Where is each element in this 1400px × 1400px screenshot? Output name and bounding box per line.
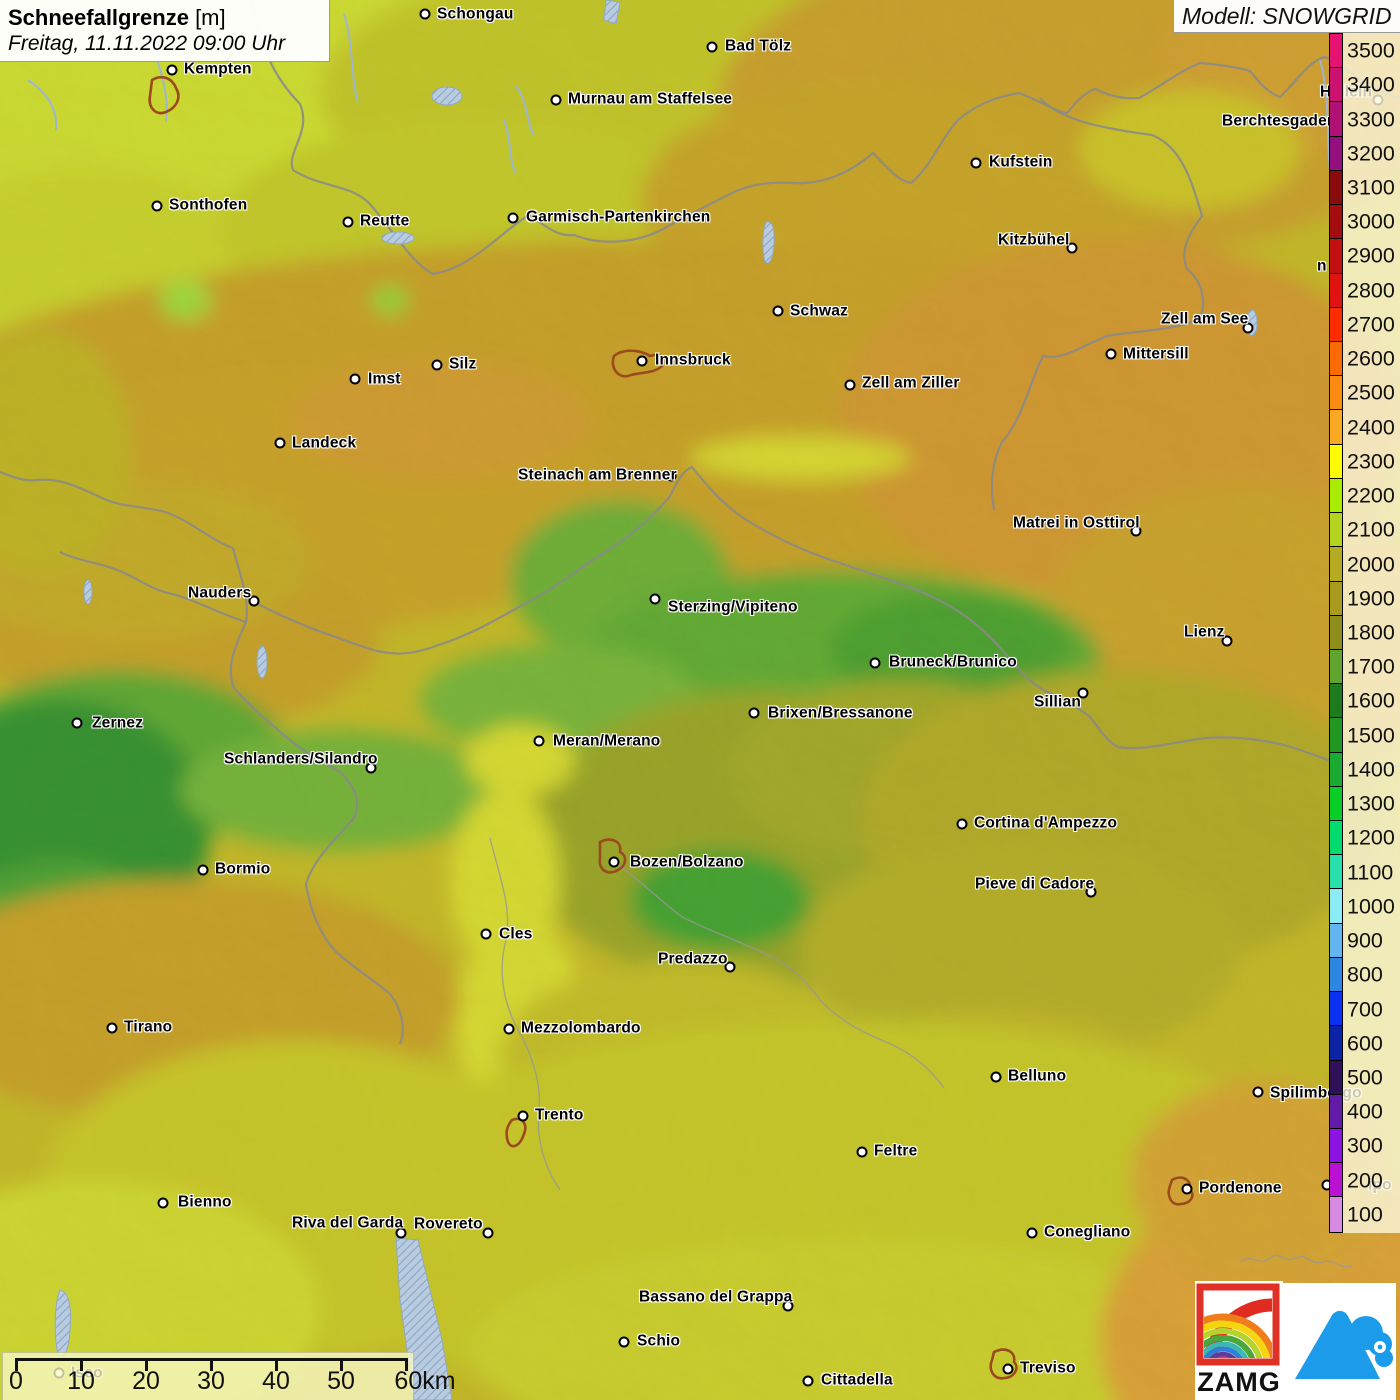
scalebar-number: 20	[132, 1367, 160, 1395]
colorbar-value: 100	[1347, 1202, 1383, 1227]
scalebar-number: 30	[197, 1367, 225, 1395]
colorbar-segment	[1330, 684, 1342, 719]
title-datetime: Freitag, 11.11.2022 09:00 Uhr	[8, 32, 286, 55]
colorbar-segment	[1330, 1094, 1342, 1129]
colorbar-segment	[1330, 307, 1342, 342]
colorbar-value: 1900	[1347, 586, 1395, 611]
colorbar-segment	[1330, 68, 1342, 103]
map-canvas	[0, 0, 1400, 1400]
scalebar-number: 40	[262, 1367, 290, 1395]
model-box: Modell: SNOWGRID	[1173, 0, 1400, 33]
colorbar-segment	[1330, 923, 1342, 958]
partner-logo	[1283, 1283, 1396, 1400]
colorbar-segment	[1330, 239, 1342, 274]
colorbar-segment	[1330, 1026, 1342, 1061]
colorbar-value: 400	[1347, 1099, 1383, 1124]
colorbar-segment	[1330, 752, 1342, 787]
colorbar-value: 900	[1347, 928, 1383, 953]
colorbar-value: 2300	[1347, 449, 1395, 474]
colorbar-value: 200	[1347, 1168, 1383, 1193]
colorbar-value: 1200	[1347, 825, 1395, 850]
colorbar-value: 3200	[1347, 141, 1395, 166]
colorbar-segment	[1330, 581, 1342, 616]
colorbar-segment	[1330, 513, 1342, 548]
colorbar	[1329, 33, 1343, 1233]
colorbar-segment	[1330, 649, 1342, 685]
colorbar-segment	[1330, 34, 1342, 69]
colorbar-segment	[1330, 1129, 1342, 1164]
colorbar-value: 1800	[1347, 620, 1395, 645]
colorbar-value: 700	[1347, 997, 1383, 1021]
colorbar-segment	[1330, 410, 1342, 445]
colorbar-segment	[1330, 889, 1342, 924]
colorbar-value: 2500	[1347, 380, 1395, 405]
colorbar-value: 1600	[1347, 688, 1395, 713]
colorbar-segment	[1330, 136, 1342, 171]
scalebar-number: 60km	[394, 1367, 456, 1395]
colorbar-segment	[1330, 786, 1342, 822]
colorbar-value: 2700	[1347, 312, 1395, 337]
colorbar-segment	[1330, 341, 1342, 377]
colorbar-value: 3500	[1347, 38, 1395, 63]
colorbar-segment	[1330, 992, 1342, 1027]
zamg-logo: ZAMG	[1195, 1281, 1283, 1400]
scalebar-number: 10	[67, 1367, 95, 1395]
colorbar-value: 2600	[1347, 346, 1395, 371]
weather-map-screenshot: Schongau Bad Tölz Kempten Murnau am Staffel…	[0, 0, 1400, 1400]
page-title: Schneefallgrenze [m]	[8, 5, 321, 31]
colorbar-segment	[1330, 615, 1342, 650]
title-variable: Schneefallgrenze	[8, 5, 189, 30]
colorbar-segment	[1330, 478, 1342, 514]
scalebar-number: 50	[327, 1367, 355, 1395]
colorbar-segment	[1330, 957, 1342, 993]
model-label: Modell: SNOWGRID	[1182, 3, 1392, 29]
colorbar-value: 3400	[1347, 72, 1395, 97]
colorbar-segment	[1330, 273, 1342, 308]
colorbar-segment	[1330, 102, 1342, 137]
colorbar-value: 800	[1347, 962, 1383, 987]
colorbar-value: 2400	[1347, 415, 1395, 440]
zamg-logo-text: ZAMG	[1197, 1367, 1281, 1397]
colorbar-segment	[1330, 444, 1342, 479]
colorbar-segment	[1330, 718, 1342, 753]
title-box: Schneefallgrenze [m] Freitag, 11.11.2022…	[0, 0, 330, 62]
scalebar-number: 0	[9, 1367, 23, 1395]
colorbar-segment	[1330, 1197, 1342, 1232]
colorbar-value: 2900	[1347, 243, 1395, 268]
colorbar-value: 2000	[1347, 552, 1395, 577]
mountain-cloud-icon	[1295, 1310, 1393, 1379]
colorbar-value: 2100	[1347, 517, 1395, 542]
colorbar-segment	[1330, 547, 1342, 582]
colorbar-segment	[1330, 170, 1342, 206]
colorbar-value: 2200	[1347, 483, 1395, 508]
colorbar-value: 2800	[1347, 278, 1395, 303]
colorbar-segment	[1330, 1163, 1342, 1198]
colorbar-value: 1500	[1347, 723, 1395, 748]
colorbar-value: 1000	[1347, 894, 1395, 919]
colorbar-value: 1300	[1347, 791, 1395, 816]
colorbar-value: 500	[1347, 1065, 1383, 1090]
colorbar-value: 1400	[1347, 757, 1395, 782]
colorbar-value: 3300	[1347, 107, 1395, 132]
colorbar-segment	[1330, 1060, 1342, 1095]
colorbar-segment	[1330, 821, 1342, 856]
title-unit: [m]	[188, 5, 226, 30]
colorbar-segment	[1330, 376, 1342, 411]
colorbar-value: 3000	[1347, 209, 1395, 234]
colorbar-value: 300	[1347, 1133, 1383, 1158]
colorbar-segment	[1330, 205, 1342, 240]
colorbar-value: 1100	[1347, 860, 1394, 885]
colorbar-value: 600	[1347, 1031, 1383, 1056]
scalebar: 0 10 20 30 40 50 60km	[2, 1352, 456, 1400]
colorbar-value: 3100	[1347, 175, 1395, 200]
colorbar-segment	[1330, 855, 1342, 890]
colorbar-value: 1700	[1347, 654, 1395, 679]
